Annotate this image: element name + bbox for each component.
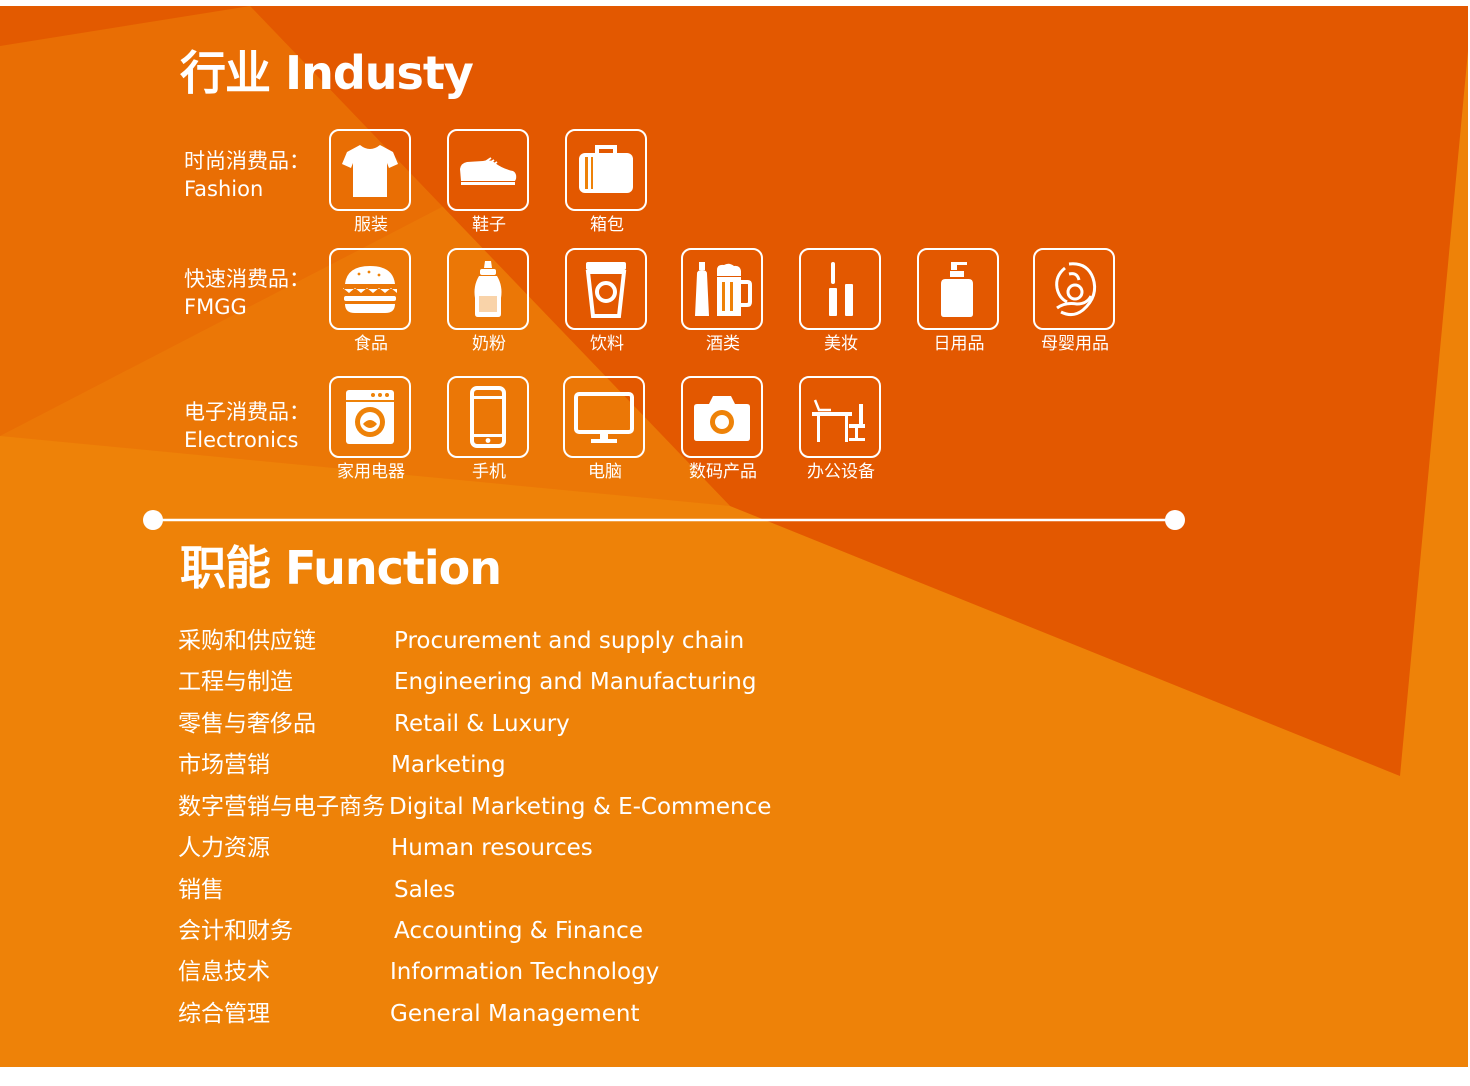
industry-tile-shoes: 鞋子 [447, 129, 531, 236]
function-en: Digital Marketing & E-Commence [389, 794, 772, 820]
function-zh: 数字营销与电子商务 [178, 794, 385, 820]
function-zh: 人力资源 [178, 835, 270, 861]
tile-label: 酒类 [706, 334, 740, 354]
divider-dot-left [143, 510, 163, 530]
poster: 行业 Industy 时尚消费品： Fashion 快速消费品： FMGG 电子… [0, 6, 1468, 1067]
tile-icon-frame [799, 376, 881, 458]
category-label-fashion: 时尚消费品： Fashion [184, 147, 310, 203]
function-en: Retail & Luxury [394, 711, 570, 737]
tile-icon-frame [329, 376, 411, 458]
tile-icon-frame [329, 129, 411, 211]
industry-tile-daily-goods: 日用品 [917, 248, 1001, 355]
mobile-phone-icon [470, 386, 506, 448]
tile-label: 鞋子 [472, 215, 506, 235]
tile-icon-frame [447, 248, 529, 330]
industry-tile-alcohol: 酒类 [681, 248, 765, 355]
function-zh: 工程与制造 [178, 669, 293, 695]
tile-label: 办公设备 [807, 462, 875, 482]
industry-tile-cosmetics: 美妆 [799, 248, 883, 355]
camera-icon [694, 396, 750, 441]
tile-icon-frame [799, 248, 881, 330]
category-label-zh: 时尚消费品： [184, 149, 310, 173]
tile-icon-frame [565, 129, 647, 211]
tile-label: 日用品 [933, 334, 985, 354]
tile-icon-frame [681, 248, 763, 330]
function-zh: 综合管理 [178, 1001, 270, 1027]
industry-tile-milk-powder: 奶粉 [447, 248, 531, 355]
shoe-icon [460, 157, 517, 185]
tile-label: 美妆 [824, 334, 858, 354]
industry-tile-maternal-baby: 母婴用品 [1033, 248, 1117, 355]
tile-icon-frame [917, 248, 999, 330]
tile-label: 母婴用品 [1041, 334, 1109, 354]
section-divider [143, 510, 1185, 530]
tile-label: 食品 [354, 334, 388, 354]
function-zh: 销售 [178, 877, 224, 903]
tile-icon-frame [565, 248, 647, 330]
industry-tile-beverages: 饮料 [565, 248, 649, 355]
industry-tile-bags: 箱包 [565, 129, 649, 236]
function-en: General Management [390, 1001, 640, 1027]
category-label-electronics: 电子消费品： Electronics [184, 398, 310, 454]
tile-label: 箱包 [590, 215, 624, 235]
function-zh: 零售与奢侈品 [178, 711, 316, 737]
mascara-icon [829, 262, 853, 316]
function-en: Procurement and supply chain [394, 628, 745, 654]
category-label-en: FMGG [184, 295, 247, 319]
tile-icon-frame [681, 376, 763, 458]
function-en: Information Technology [390, 959, 660, 985]
category-label-fmcg: 快速消费品： FMGG [184, 265, 310, 321]
beer-icon [695, 262, 752, 316]
tshirt-icon [342, 145, 398, 197]
tile-icon-frame [1033, 248, 1115, 330]
industry-tile-food: 食品 [329, 248, 413, 355]
burger-icon [343, 266, 397, 313]
category-label-zh: 电子消费品： [184, 400, 310, 424]
baby-bottle-icon [474, 261, 502, 317]
monitor-icon [574, 392, 634, 443]
lotion-bottle-icon [941, 262, 973, 317]
tile-icon-frame [447, 376, 529, 458]
tile-label: 数码产品 [689, 462, 757, 482]
tile-label: 手机 [472, 462, 506, 482]
function-en: Sales [394, 877, 456, 903]
tile-label: 奶粉 [472, 334, 506, 354]
tile-label: 电脑 [588, 462, 622, 482]
category-label-en: Fashion [184, 177, 264, 201]
industry-tile-mobile: 手机 [447, 376, 531, 483]
function-zh: 信息技术 [178, 959, 270, 985]
drink-cup-icon [585, 262, 627, 318]
office-desk-icon [812, 399, 865, 442]
tile-label: 饮料 [590, 334, 624, 354]
industry-tile-office-equipment: 办公设备 [799, 376, 883, 483]
briefcase-icon [579, 145, 633, 193]
industry-tile-home-appliances: 家用电器 [329, 376, 413, 483]
category-label-en: Electronics [184, 428, 299, 452]
function-en: Engineering and Manufacturing [394, 669, 757, 695]
function-zh: 采购和供应链 [178, 628, 316, 654]
function-en: Accounting & Finance [394, 918, 643, 944]
tile-label: 服装 [354, 215, 388, 235]
function-zh: 会计和财务 [178, 918, 293, 944]
tile-icon-frame [563, 376, 645, 458]
tile-icon-frame [329, 248, 411, 330]
washing-machine-icon [346, 390, 394, 444]
function-zh: 市场营销 [178, 752, 270, 778]
tile-icon-frame [447, 129, 529, 211]
function-heading: 职能 Function [180, 541, 502, 595]
divider-dot-right [1165, 510, 1185, 530]
industry-tile-clothing: 服装 [329, 129, 413, 236]
function-en: Human resources [391, 835, 593, 861]
industry-tile-computer: 电脑 [563, 376, 647, 483]
tile-label: 家用电器 [337, 462, 405, 482]
industry-tile-digital: 数码产品 [681, 376, 765, 483]
industry-heading: 行业 Industy [180, 46, 474, 100]
mother-baby-icon [1055, 262, 1097, 317]
function-en: Marketing [391, 752, 506, 778]
category-label-zh: 快速消费品： [184, 267, 310, 291]
